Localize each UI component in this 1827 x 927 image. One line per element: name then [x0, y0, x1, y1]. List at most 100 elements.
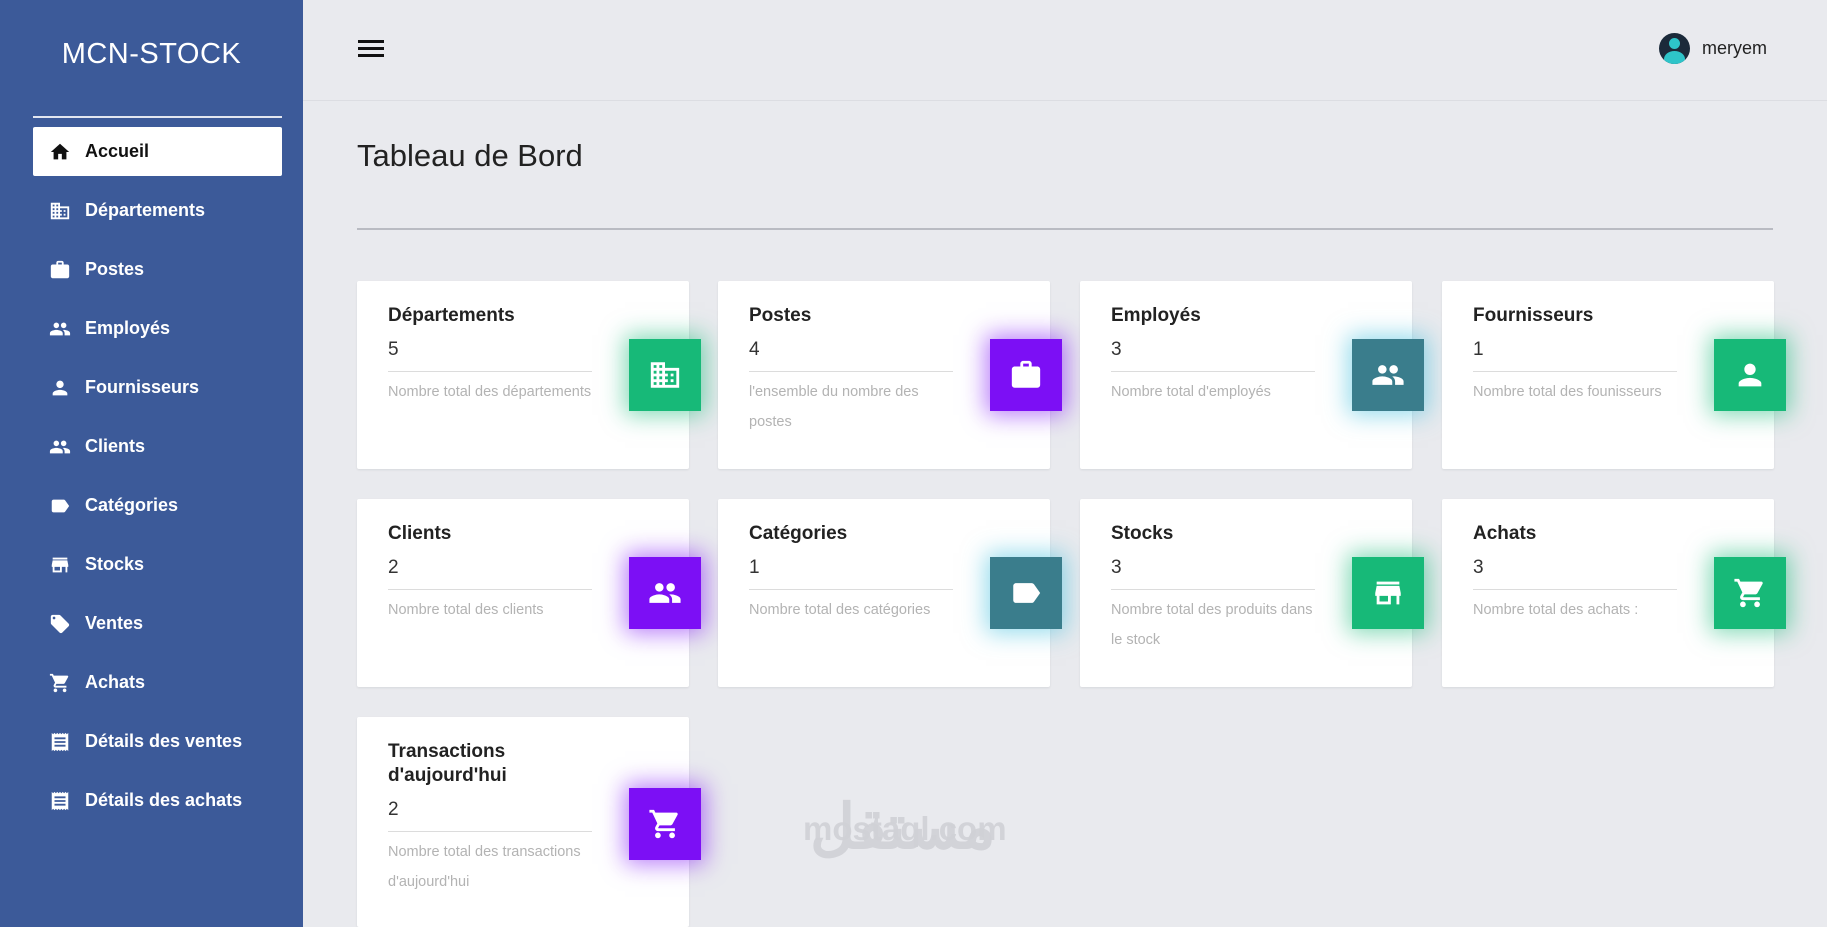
label-icon — [990, 557, 1062, 629]
sidebar-item-accueil[interactable]: Accueil — [33, 127, 282, 176]
building-icon — [48, 199, 72, 223]
sidebar-item-stocks[interactable]: Stocks — [33, 540, 282, 589]
card-value: 5 — [388, 339, 399, 360]
card-value: 2 — [388, 557, 399, 578]
card-description: Nombre total des transactions d'aujourd'… — [388, 844, 581, 890]
label-icon — [48, 494, 72, 518]
stat-card-employes[interactable]: Employés 3 Nombre total d'employés — [1080, 281, 1424, 469]
sidebar-item-label: Catégories — [85, 495, 179, 515]
cart-icon — [629, 788, 701, 860]
brand-logo[interactable]: MCN-STOCK — [0, 38, 303, 71]
card-divider — [1111, 589, 1315, 590]
sidebar-item-label: Détails des ventes — [85, 731, 243, 751]
card-divider — [388, 371, 592, 372]
card-divider — [388, 589, 592, 590]
person-icon — [1714, 339, 1786, 411]
user-menu[interactable]: meryem — [1658, 33, 1767, 64]
card-description: Nombre total des départements — [388, 384, 592, 400]
card-value: 1 — [1473, 339, 1484, 360]
sidebar-item-label: Ventes — [85, 613, 144, 633]
card-divider — [749, 589, 953, 590]
sidebar-item-clients[interactable]: Clients — [33, 422, 282, 471]
hamburger-icon[interactable] — [358, 40, 384, 62]
cart-icon — [1714, 557, 1786, 629]
watermark-logo: mostaql.com — [803, 810, 1007, 847]
username: meryem — [1701, 38, 1767, 58]
receipt-icon — [48, 730, 72, 754]
sidebar: MCN-STOCK Accueil Départements Postes Em… — [0, 0, 303, 927]
sidebar-item-achats[interactable]: Achats — [33, 658, 282, 707]
sidebar-item-label: Départements — [85, 200, 206, 220]
card-title: Achats — [1473, 523, 1537, 544]
sidebar-item-employes[interactable]: Employés — [33, 304, 282, 353]
stat-card-stocks[interactable]: Stocks 3 Nombre total des produits dans … — [1080, 499, 1424, 687]
sidebar-item-label: Accueil — [85, 141, 150, 161]
sidebar-item-label: Stocks — [85, 554, 145, 574]
card-title: Fournisseurs — [1473, 305, 1594, 326]
sidebar-item-label: Détails des achats — [85, 790, 243, 810]
people-icon — [1352, 339, 1424, 411]
briefcase-icon — [990, 339, 1062, 411]
sidebar-item-postes[interactable]: Postes — [33, 245, 282, 294]
card-description: Nombre total des clients — [388, 602, 544, 618]
store-icon — [1352, 557, 1424, 629]
card-divider — [1473, 371, 1677, 372]
card-value: 1 — [749, 557, 760, 578]
stat-card-fournisseurs[interactable]: Fournisseurs 1 Nombre total des founisse… — [1442, 281, 1786, 469]
card-description: Nombre total des founisseurs — [1473, 384, 1662, 400]
card-divider — [1111, 371, 1315, 372]
sidebar-divider — [33, 116, 282, 118]
card-value: 4 — [749, 339, 760, 360]
sidebar-item-details-ventes[interactable]: Détails des ventes — [33, 717, 282, 766]
card-title: Départements — [388, 305, 515, 326]
store-icon — [48, 553, 72, 577]
card-title: Transactions d'aujourd'hui — [388, 741, 507, 786]
card-title: Employés — [1111, 305, 1201, 326]
tag-icon — [48, 612, 72, 636]
stat-card-achats[interactable]: Achats 3 Nombre total des achats : — [1442, 499, 1786, 687]
sidebar-item-label: Clients — [85, 436, 146, 456]
card-value: 2 — [388, 799, 399, 820]
stat-card-clients[interactable]: Clients 2 Nombre total des clients — [357, 499, 701, 687]
stat-card-departements[interactable]: Départements 5 Nombre total des départem… — [357, 281, 701, 469]
card-value: 3 — [1111, 557, 1122, 578]
card-description: Nombre total des produits dans le stock — [1111, 602, 1313, 648]
card-value: 3 — [1111, 339, 1122, 360]
briefcase-icon — [48, 258, 72, 282]
sidebar-item-ventes[interactable]: Ventes — [33, 599, 282, 648]
card-title: Stocks — [1111, 523, 1174, 544]
page-title: Tableau de Bord — [357, 138, 583, 173]
sidebar-item-label: Achats — [85, 672, 146, 692]
card-title: Clients — [388, 523, 452, 544]
cart-icon — [48, 671, 72, 695]
people-icon — [629, 557, 701, 629]
people-icon — [48, 317, 72, 341]
card-divider — [1473, 589, 1677, 590]
card-divider — [749, 371, 953, 372]
stat-card-categories[interactable]: Catégories 1 Nombre total des catégories — [718, 499, 1062, 687]
user-avatar-icon — [1658, 33, 1690, 64]
sidebar-item-departements[interactable]: Départements — [33, 186, 282, 235]
stat-card-postes[interactable]: Postes 4 l'ensemble du nombre des postes — [718, 281, 1062, 469]
sidebar-item-label: Fournisseurs — [85, 377, 200, 397]
card-description: l'ensemble du nombre des postes — [749, 384, 919, 430]
title-divider — [357, 228, 1773, 230]
sidebar-nav: Accueil Départements Postes Employés Fou… — [33, 127, 282, 835]
sidebar-item-label: Employés — [85, 318, 171, 338]
card-value: 3 — [1473, 557, 1484, 578]
card-divider — [388, 831, 592, 832]
sidebar-item-details-achats[interactable]: Détails des achats — [33, 776, 282, 825]
card-description: Nombre total des achats : — [1473, 602, 1639, 618]
card-description: Nombre total d'employés — [1111, 384, 1271, 400]
sidebar-item-fournisseurs[interactable]: Fournisseurs — [33, 363, 282, 412]
home-icon — [48, 140, 72, 164]
person-icon — [48, 376, 72, 400]
stat-card-transactions[interactable]: Transactions d'aujourd'hui 2 Nombre tota… — [357, 717, 701, 927]
people-icon — [48, 435, 72, 459]
sidebar-item-categories[interactable]: Catégories — [33, 481, 282, 530]
card-title: Catégories — [749, 523, 848, 544]
building-icon — [629, 339, 701, 411]
sidebar-item-label: Postes — [85, 259, 145, 279]
card-title: Postes — [749, 305, 812, 326]
card-description: Nombre total des catégories — [749, 602, 931, 618]
